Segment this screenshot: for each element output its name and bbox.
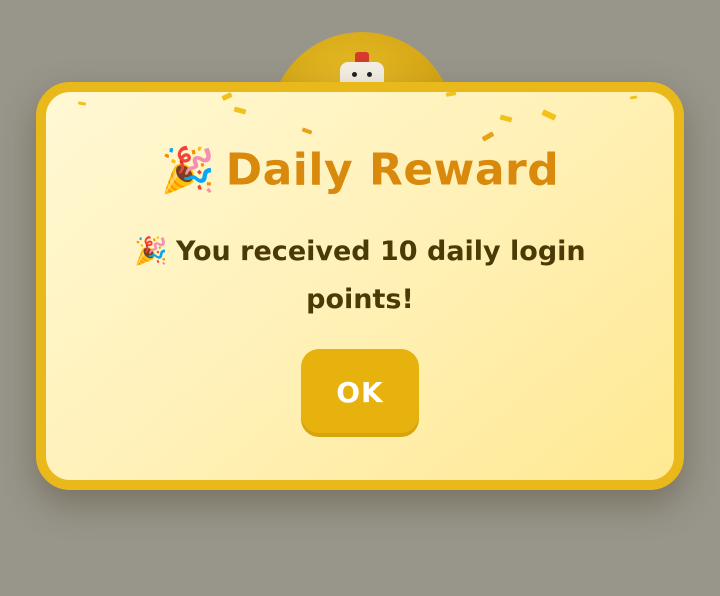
confetti-piece <box>481 131 495 142</box>
confetti-piece <box>629 95 638 100</box>
chicken-eye-left <box>352 72 357 77</box>
confetti-piece <box>445 92 457 97</box>
confetti-piece <box>499 114 513 123</box>
ok-button[interactable]: OK <box>301 349 419 437</box>
chicken-eye-right <box>367 72 372 77</box>
confetti-piece <box>541 109 557 121</box>
confetti-piece <box>301 127 313 135</box>
party-popper-icon: 🎉 <box>134 236 168 267</box>
confetti-piece <box>221 92 233 101</box>
daily-reward-dialog: 🎉 Daily Reward 🎉 You received 10 daily log… <box>36 82 684 490</box>
reward-message: 🎉 You received 10 daily login points! <box>106 228 614 324</box>
party-popper-icon: 🎉 <box>160 145 216 196</box>
dialog-title-row: 🎉 Daily Reward <box>46 144 674 197</box>
reward-message-text: You received 10 daily login points! <box>175 236 586 315</box>
confetti-piece <box>233 106 247 115</box>
confetti-piece <box>77 101 87 106</box>
dialog-title: Daily Reward <box>225 144 560 196</box>
